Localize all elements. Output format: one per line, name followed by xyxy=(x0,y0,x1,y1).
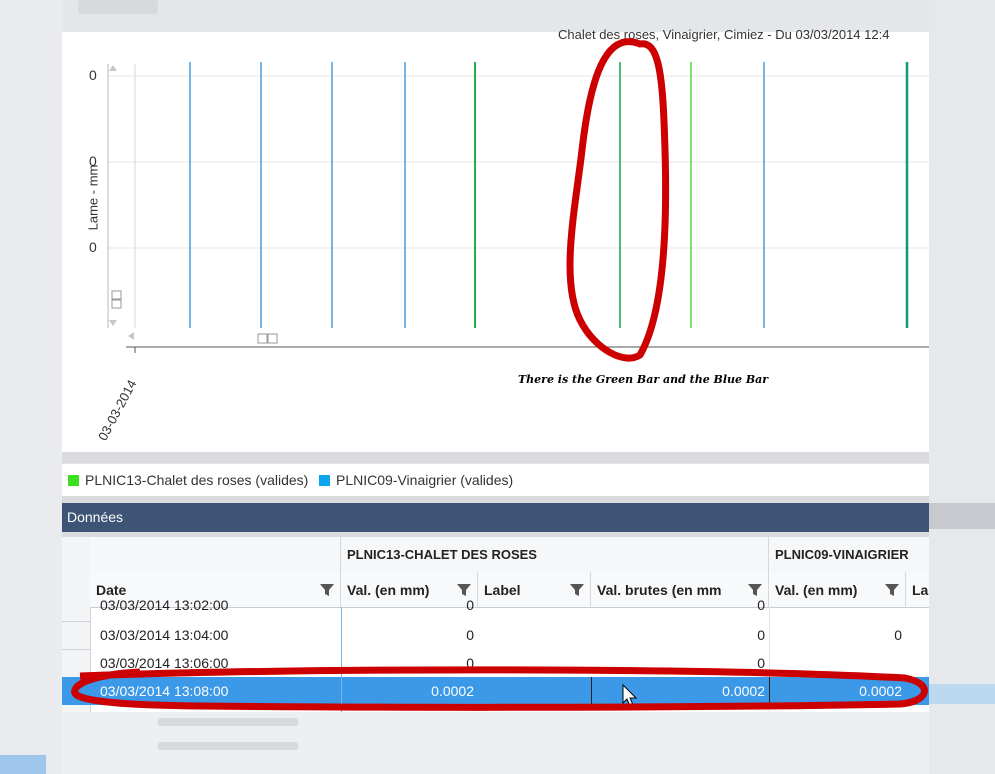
column-divider xyxy=(769,677,770,705)
legend-label: PLNIC13-Chalet des roses (valides) xyxy=(85,472,309,488)
legend-label: PLNIC09-Vinaigrier (valides) xyxy=(336,472,514,488)
y-tick-label: 0 xyxy=(89,239,97,255)
legend-item-chalet[interactable]: PLNIC13-Chalet des roses (valides) xyxy=(68,472,308,488)
chart-legend: PLNIC13-Chalet des roses (valides) PLNIC… xyxy=(62,463,929,496)
blurred-row xyxy=(158,742,298,750)
cell-val2 xyxy=(769,594,906,622)
cell-brutes: 0.0002 xyxy=(722,683,765,699)
cell-val1: 0 xyxy=(466,627,474,643)
table-row[interactable]: 03/03/2014 13:04:00 0 0 0 xyxy=(90,621,929,649)
cell-val1: 0 xyxy=(466,655,474,671)
cell-date: 03/03/2014 13:02:00 xyxy=(100,597,229,613)
y-tick-label: 0 xyxy=(89,67,97,83)
legend-swatch-blue xyxy=(319,475,330,486)
x-scroll-handle-icon xyxy=(267,333,278,344)
y-axis-label: Lame - mm xyxy=(85,164,101,231)
chart-plot xyxy=(107,62,929,353)
data-panel-title: Données xyxy=(67,509,124,525)
background-right-header xyxy=(929,503,995,529)
cell-brutes: 0 xyxy=(757,627,765,643)
cell-val1: 0 xyxy=(466,597,474,613)
cell-val2: 0 xyxy=(894,627,902,643)
row-header-divider xyxy=(62,621,90,622)
background-bottom-rows xyxy=(62,712,929,774)
cell-val2: 0.0002 xyxy=(859,683,902,699)
table-row[interactable]: 03/03/2014 13:06:00 0 0 xyxy=(90,649,929,677)
column-header-label: Label xyxy=(484,582,521,598)
group-header-chalet: PLNIC13-CHALET DES ROSES xyxy=(341,537,769,572)
y-scroll-up-icon xyxy=(109,65,117,71)
table-row[interactable]: 03/03/2014 13:02:00 0 0 xyxy=(90,597,929,621)
background-left-button xyxy=(0,755,46,774)
background-right-selection xyxy=(929,684,995,704)
annotation-text: There is the Green Bar and the Blue Bar xyxy=(518,373,769,386)
cell-date: 03/03/2014 13:04:00 xyxy=(100,627,229,643)
group-header-vinaigrier: PLNIC09-VINAIGRIER xyxy=(775,547,909,562)
background-right-panel xyxy=(929,0,995,774)
legend-swatch-green xyxy=(68,475,79,486)
data-panel-header: Données xyxy=(62,503,929,532)
legend-item-vinaigrier[interactable]: PLNIC09-Vinaigrier (valides) xyxy=(319,472,513,488)
background-title-blur xyxy=(78,0,158,14)
y-scroll-down-icon xyxy=(109,320,117,326)
cell-brutes: 0 xyxy=(757,655,765,671)
data-grid: PLNIC13-CHALET DES ROSES PLNIC09-VINAIGR… xyxy=(62,537,929,712)
row-header-divider xyxy=(62,649,90,650)
mouse-cursor-icon xyxy=(622,684,638,707)
background-left-panel xyxy=(0,0,62,774)
cell-val2 xyxy=(769,649,906,677)
y-scroll-handle-icon xyxy=(111,299,122,309)
x-scroll-left-icon xyxy=(128,332,134,340)
filter-icon[interactable] xyxy=(570,583,584,597)
blurred-row xyxy=(158,718,298,726)
group-header-empty xyxy=(90,537,341,572)
table-row-selected[interactable]: 03/03/2014 13:08:00 0.0002 0.0002 0.0002 xyxy=(62,677,929,705)
x-scroll-handle-icon xyxy=(257,333,268,344)
column-divider xyxy=(341,607,342,712)
y-tick-label: 0 xyxy=(89,153,97,169)
group-header-row: PLNIC13-CHALET DES ROSES PLNIC09-VINAIGR… xyxy=(90,537,929,573)
cell-date: 03/03/2014 13:08:00 xyxy=(100,683,229,699)
cell-val1: 0.0002 xyxy=(431,683,474,699)
y-scroll-handle-icon xyxy=(111,290,122,300)
column-divider xyxy=(591,677,592,705)
cell-date: 03/03/2014 13:06:00 xyxy=(100,655,229,671)
cell-brutes: 0 xyxy=(757,597,765,613)
chart-title: Chalet des roses, Vinaigrier, Cimiez - D… xyxy=(558,27,890,42)
